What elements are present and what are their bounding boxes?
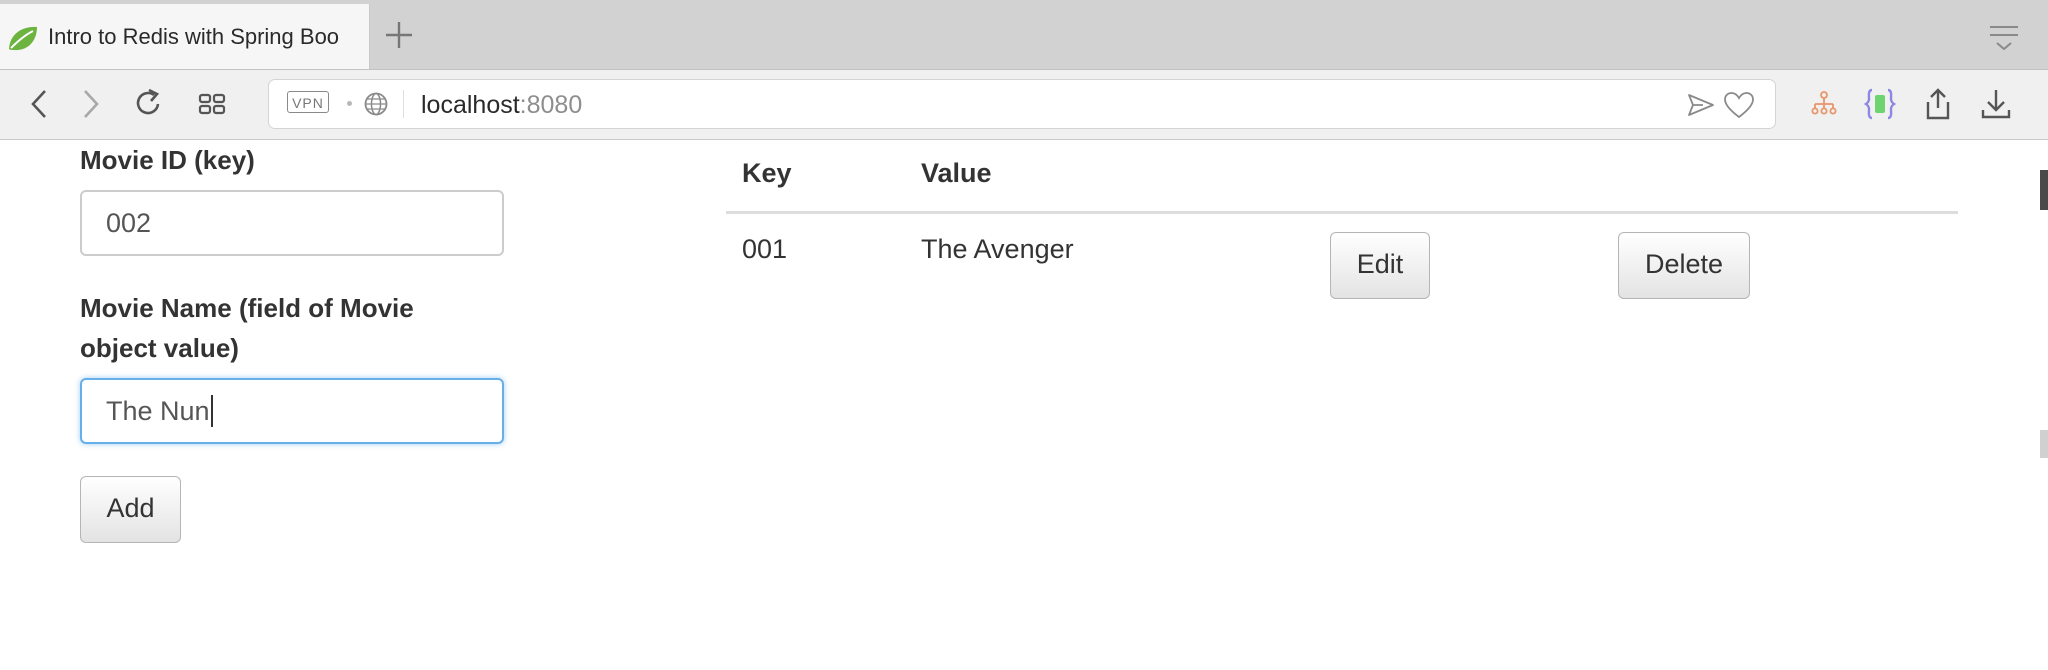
add-button[interactable]: Add — [80, 476, 181, 543]
browser-toolbar: VPN localhost:8080 — [0, 70, 2048, 140]
edit-button[interactable]: Edit — [1330, 232, 1430, 299]
movie-name-label: Movie Name (field of Movie object value) — [80, 288, 414, 368]
spring-leaf-icon — [9, 26, 37, 51]
address-bar[interactable]: VPN localhost:8080 — [268, 79, 1776, 129]
window-edge-shadow-lower — [2040, 430, 2048, 458]
json-extension-icon[interactable] — [1862, 86, 1898, 122]
vpn-badge[interactable]: VPN — [287, 91, 329, 113]
browser-tab[interactable]: Intro to Redis with Spring Boo — [0, 4, 370, 69]
tab-title: Intro to Redis with Spring Boo — [48, 24, 340, 49]
url-host: localhost — [421, 91, 520, 119]
cell-key: 001 — [742, 234, 788, 264]
heart-icon[interactable] — [1723, 91, 1755, 119]
sitemap-extension-icon[interactable] — [1806, 86, 1842, 122]
header-key: Key — [742, 158, 792, 188]
header-value: Value — [921, 158, 992, 188]
separator-dot — [347, 101, 352, 106]
delete-button[interactable]: Delete — [1618, 232, 1750, 299]
back-icon[interactable] — [22, 86, 58, 122]
movie-name-input[interactable]: The Nun — [80, 378, 504, 444]
table-header-rule — [726, 211, 1958, 214]
globe-icon[interactable] — [363, 91, 389, 117]
url-port: :8080 — [519, 91, 583, 119]
movie-id-label: Movie ID (key) — [80, 145, 255, 175]
url-divider — [403, 90, 404, 118]
movie-name-label-line2: object value) — [80, 333, 239, 363]
new-tab-icon[interactable] — [384, 20, 414, 50]
movie-id-input[interactable]: 002 — [80, 190, 504, 256]
tab-menu-icon[interactable] — [1988, 24, 2020, 50]
reload-icon[interactable] — [130, 86, 166, 122]
share-icon[interactable] — [1920, 86, 1956, 122]
window-edge-shadow — [2040, 170, 2048, 210]
download-icon[interactable] — [1978, 86, 2014, 122]
send-icon[interactable] — [1687, 92, 1715, 118]
speed-dial-icon[interactable] — [194, 86, 230, 122]
url-text[interactable]: localhost:8080 — [421, 91, 582, 120]
cell-value: The Avenger — [921, 234, 1074, 264]
tab-bar: Intro to Redis with Spring Boo — [0, 0, 2048, 70]
movie-name-label-line1: Movie Name (field of Movie — [80, 293, 414, 323]
movie-id-value: 002 — [106, 208, 152, 238]
movie-name-value: The Nun — [106, 396, 210, 426]
forward-icon[interactable] — [72, 86, 108, 122]
text-caret — [210, 394, 213, 427]
